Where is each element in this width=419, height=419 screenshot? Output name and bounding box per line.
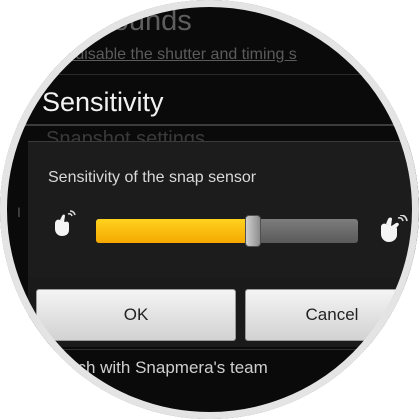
settings-section-subtitle: o disable the shutter and timing s [62,46,297,63]
settings-section-title: d sounds [74,5,192,37]
sensitivity-dialog: Sensitivity of the snap sensor [28,141,419,279]
list-edge-marker: I [17,204,21,220]
strong-snap-hand-icon [381,215,408,242]
screen-viewport: d sounds o disable the shutter and timin… [0,0,419,419]
divider [0,74,419,75]
sensitivity-slider-track[interactable] [96,219,358,243]
gentle-snap-hand-icon [55,210,76,236]
ok-button[interactable]: OK [36,289,236,341]
sensitivity-slider-thumb[interactable] [245,215,261,247]
dialog-title-divider [0,124,419,126]
sensitivity-slider-fill [96,219,253,243]
dialog-title: Sensitivity [42,87,164,117]
settings-item-contact: uch with Snapmera's team [68,358,268,377]
cancel-button[interactable]: Cancel [245,289,419,341]
sensitivity-label: Sensitivity of the snap sensor [48,169,257,186]
divider [0,349,419,350]
